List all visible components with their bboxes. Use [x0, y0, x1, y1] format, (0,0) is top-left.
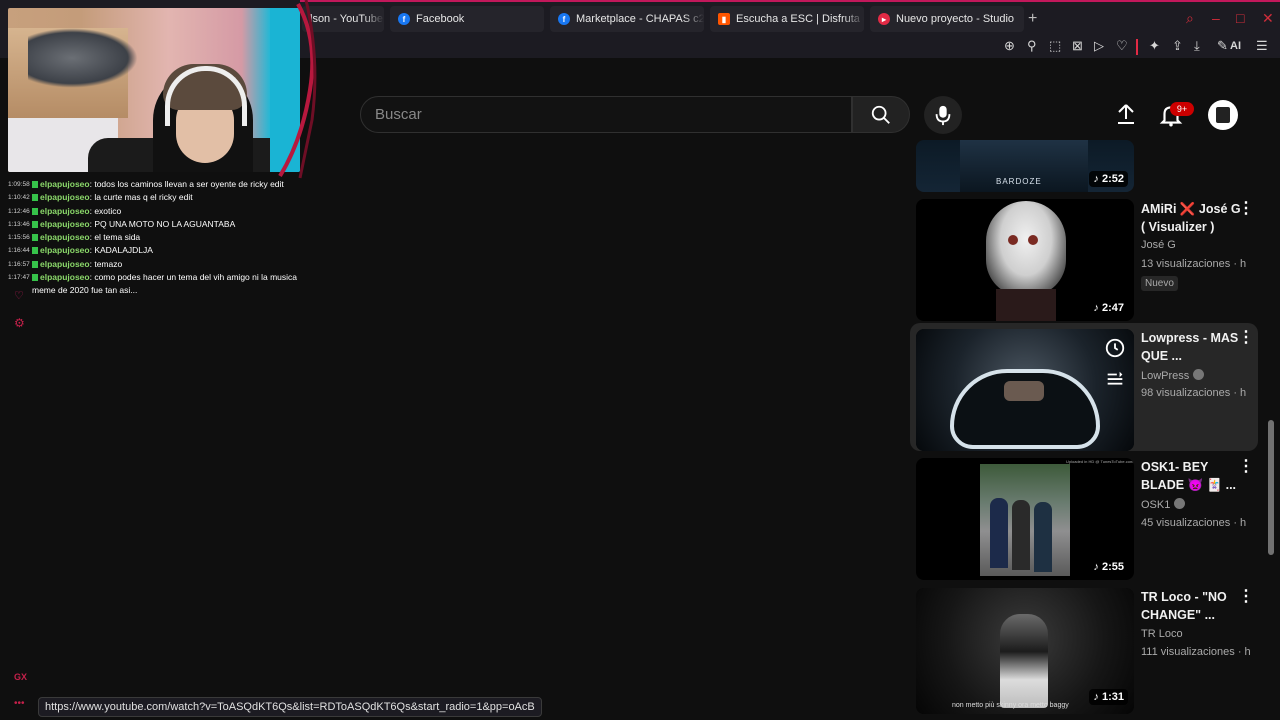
- avatar[interactable]: [1208, 100, 1238, 130]
- facebook-icon: f: [398, 13, 410, 25]
- chat-message: 1:10:42 elpapujoseo: la curte mas q el ri…: [8, 192, 193, 203]
- view-count: 98 visualizaciones · h: [1141, 387, 1247, 399]
- toolbar-divider: [1136, 39, 1138, 55]
- tab-studio[interactable]: ▸ Nuevo proyecto - Studio: [870, 6, 1024, 32]
- view-count: 45 visualizaciones · h: [1141, 517, 1247, 529]
- search-tabs-icon[interactable]: ⌕: [1186, 10, 1194, 27]
- video-duration: ♪ 1:31: [1089, 689, 1128, 705]
- new-tab-button[interactable]: +: [1028, 10, 1037, 28]
- chat-message: 1:09:58 elpapujoseo: todos los caminos ll…: [8, 179, 284, 189]
- video-thumbnail[interactable]: BARDOZE ♪ 2:52: [916, 140, 1134, 192]
- channel-name[interactable]: LowPress: [1141, 369, 1205, 382]
- video-thumbnail[interactable]: ♪ 2:47: [916, 199, 1134, 321]
- search-icon: [871, 105, 890, 124]
- more-options-icon[interactable]: ⋮: [1238, 201, 1254, 217]
- search-placeholder: Buscar: [375, 106, 422, 123]
- scrollbar[interactable]: [1268, 420, 1274, 555]
- tab-soundcloud[interactable]: ▮ Escucha a ESC | Disfruta d: [710, 6, 864, 32]
- wallet-icon[interactable]: ⇪: [1172, 38, 1183, 54]
- pin-icon[interactable]: ⚲: [1027, 38, 1037, 54]
- more-options-icon[interactable]: ⋮: [1238, 459, 1254, 475]
- tab-facebook[interactable]: f Facebook: [390, 6, 544, 32]
- more-options-icon[interactable]: ⋮: [1238, 330, 1254, 346]
- chat-message: 1:17:47 elpapujoseo: como podes hacer un …: [8, 272, 298, 296]
- chat-message: 1:13:46 elpapujoseo: PQ UNA MOTO NO LA AG…: [8, 218, 236, 229]
- verified-icon: [1174, 498, 1186, 509]
- channel-name[interactable]: OSK1: [1141, 498, 1186, 511]
- video-title[interactable]: AMiRi ❌ José G ( Visualizer ): [1141, 200, 1241, 236]
- microphone-icon: [935, 105, 951, 126]
- video-duration: ♪ 2:52: [1089, 171, 1128, 187]
- thumbnail-text: BARDOZE: [996, 177, 1042, 186]
- verified-icon: [1193, 369, 1205, 380]
- chat-message: 1:15:56 elpapujoseo: el tema sida: [8, 232, 141, 243]
- gear-icon[interactable]: ⚙: [14, 316, 25, 330]
- snapshot-icon[interactable]: ⬚: [1049, 38, 1061, 54]
- more-options-icon[interactable]: ⋮: [1238, 589, 1254, 605]
- person-image: [1000, 614, 1048, 708]
- video-duration: ♪ 2:47: [1089, 300, 1128, 316]
- video-thumbnail[interactable]: non metto più skinny ora metto baggy ♪ 1…: [916, 588, 1134, 714]
- video-title[interactable]: Lowpress - MAS QUE ...: [1141, 329, 1241, 365]
- new-badge: Nuevo: [1141, 276, 1178, 291]
- video-thumbnail[interactable]: Uploaded in HD @ TunesToTube.com ♪ 2:55: [916, 458, 1134, 580]
- tab-label: Facebook: [416, 13, 465, 25]
- video-title[interactable]: TR Loco - "NO CHANGE" ...: [1141, 588, 1241, 624]
- thumbnail-subtitle: non metto più skinny ora metto baggy: [952, 702, 1069, 709]
- watch-later-icon[interactable]: [1104, 337, 1126, 359]
- view-count: 111 visualizaciones · h: [1141, 646, 1251, 658]
- upload-icon[interactable]: [1114, 102, 1138, 126]
- channel-name[interactable]: TR Loco: [1141, 628, 1183, 640]
- link-status-bar: https://www.youtube.com/watch?v=ToASQdKT…: [38, 697, 542, 717]
- studio-icon: ▸: [878, 13, 890, 25]
- soundcloud-icon: ▮: [718, 13, 730, 25]
- stream-chat: 1:09:58 elpapujoseo: todos los caminos ll…: [8, 178, 298, 298]
- zoom-icon[interactable]: ⊕: [1004, 38, 1015, 54]
- facebook-icon: f: [558, 13, 570, 25]
- more-icon[interactable]: •••: [14, 698, 25, 709]
- heart-icon[interactable]: ♡: [1116, 38, 1128, 54]
- notification-badge: 9+: [1170, 102, 1194, 116]
- menu-icon[interactable]: ☰: [1256, 38, 1268, 54]
- chat-message: 1:16:57 elpapujoseo: temazo: [8, 258, 123, 269]
- mask-image: [986, 201, 1066, 296]
- channel-name[interactable]: José G: [1141, 239, 1176, 251]
- chat-message: 1:12:46 elpapujoseo: exotico: [8, 205, 122, 216]
- thumbnail-text: Uploaded in HD @ TunesToTube.com: [1066, 459, 1134, 464]
- tab-label: Nuevo proyecto - Studio: [896, 13, 1015, 25]
- minimize-icon[interactable]: –: [1212, 10, 1220, 26]
- tab-marketplace[interactable]: f Marketplace - CHAPAS c2: [550, 6, 704, 32]
- shield-icon[interactable]: ⊠: [1072, 38, 1083, 54]
- voice-search-button[interactable]: [924, 96, 962, 134]
- extensions-icon[interactable]: ✦: [1149, 38, 1160, 54]
- download-icon[interactable]: ⤓: [1194, 38, 1200, 54]
- play-icon[interactable]: ▷: [1094, 38, 1104, 54]
- search-button[interactable]: [852, 96, 910, 133]
- webcam-frame-decoration: [278, 0, 317, 179]
- gx-logo[interactable]: GX: [14, 672, 27, 682]
- video-thumbnail[interactable]: [916, 329, 1134, 451]
- search-input[interactable]: Buscar: [360, 96, 852, 133]
- accent-line: [300, 0, 1280, 2]
- ai-label[interactable]: AI: [1230, 40, 1241, 52]
- heart-icon[interactable]: ♡: [14, 289, 24, 302]
- close-icon[interactable]: ✕: [1262, 10, 1274, 27]
- add-to-queue-icon[interactable]: [1104, 369, 1126, 391]
- video-duration: ♪ 2:55: [1089, 559, 1128, 575]
- ai-icon[interactable]: ✎: [1217, 38, 1228, 54]
- maximize-icon[interactable]: □: [1236, 10, 1244, 26]
- video-title[interactable]: OSK1- BEY BLADE 👿 🃏 ...: [1141, 458, 1241, 494]
- chat-message: 1:16:44 elpapujoseo: KADALAJDLJA: [8, 245, 153, 256]
- view-count: 13 visualizaciones · h: [1141, 258, 1247, 270]
